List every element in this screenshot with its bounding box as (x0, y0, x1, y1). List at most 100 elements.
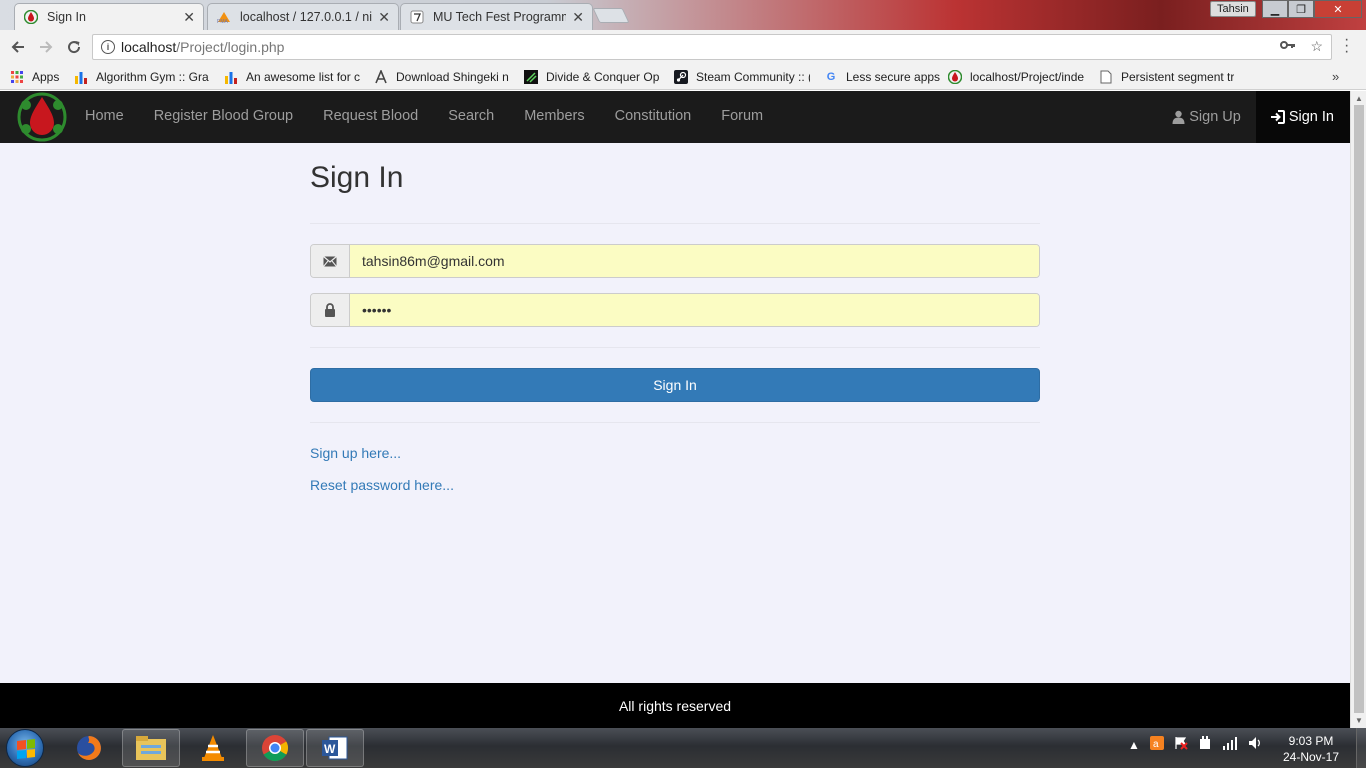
forward-arrow-icon (40, 41, 53, 53)
primary-nav: Home Register Blood Group Request Blood … (70, 91, 778, 143)
page-viewport: Home Register Blood Group Request Blood … (0, 91, 1350, 728)
tray-expand-icon[interactable]: ▲ (1128, 738, 1140, 752)
nav-home[interactable]: Home (70, 91, 139, 143)
nav-request-blood[interactable]: Request Blood (308, 91, 433, 143)
bookmark-download-shingeki[interactable]: Download Shingeki n (374, 68, 510, 86)
nav-sign-in[interactable]: Sign In (1255, 91, 1350, 143)
bookmark-algorithm-gym[interactable]: Algorithm Gym :: Gra (74, 68, 210, 86)
password-input[interactable] (350, 294, 1039, 326)
nav-forum[interactable]: Forum (706, 91, 778, 143)
bookmark-less-secure-apps[interactable]: G Less secure apps (824, 68, 940, 86)
tab-mu-tech-fest[interactable]: MU Tech Fest Programmi ✕ (400, 3, 593, 30)
taskbar-word[interactable]: W (306, 729, 364, 767)
divider (310, 347, 1040, 348)
nav-constitution[interactable]: Constitution (600, 91, 707, 143)
bookmark-label: Divide & Conquer Op (546, 70, 660, 84)
minimize-button[interactable]: ▁ (1262, 0, 1288, 18)
tab-strip: Sign In ✕ PMA localhost / 127.0.0.1 / ni… (0, 0, 1366, 30)
new-tab-button[interactable] (592, 8, 630, 23)
email-field (310, 244, 1040, 278)
nav-members[interactable]: Members (509, 91, 599, 143)
file-explorer-icon (136, 736, 166, 760)
bookmark-label: Algorithm Gym :: Gra (96, 70, 209, 84)
blood-drop-icon (948, 70, 962, 84)
back-arrow-icon (11, 41, 24, 53)
svg-text:PMA: PMA (217, 19, 229, 24)
bookmarks-bar: Apps Algorithm Gym :: Gra An awesome lis… (0, 64, 1366, 90)
account-nav: Sign Up Sign In (1157, 91, 1350, 143)
scroll-down-arrow-icon[interactable]: ▼ (1355, 716, 1363, 725)
scroll-up-arrow-icon[interactable]: ▲ (1355, 94, 1363, 103)
taskbar-vlc[interactable] (184, 729, 242, 767)
nav-register-blood-group[interactable]: Register Blood Group (139, 91, 308, 143)
site-navbar: Home Register Blood Group Request Blood … (0, 91, 1350, 143)
taskbar-clock[interactable]: 9:03 PM 24-Nov-17 (1278, 733, 1344, 765)
avast-icon[interactable]: a (1149, 736, 1164, 753)
nav-sign-up[interactable]: Sign Up (1157, 91, 1256, 143)
bookmark-awesome-list[interactable]: An awesome list for c (224, 68, 360, 86)
power-icon[interactable] (1198, 736, 1212, 753)
volume-icon[interactable] (1248, 736, 1264, 753)
bookmark-label: An awesome list for c (246, 70, 360, 84)
svg-text:a: a (1153, 739, 1159, 750)
envelope-icon (311, 245, 350, 277)
nav-search[interactable]: Search (433, 91, 509, 143)
network-signal-icon[interactable] (1222, 736, 1238, 753)
profile-button[interactable]: Tahsin (1210, 1, 1256, 17)
forward-button[interactable] (36, 37, 56, 57)
star-icon[interactable]: ☆ (1310, 38, 1323, 55)
taskbar-firefox[interactable] (60, 729, 118, 767)
bookmark-label: Steam Community :: ( (696, 70, 810, 84)
taskbar-chrome[interactable] (246, 729, 304, 767)
browser-toolbar: i localhost/Project/login.php ☆ · · · (0, 30, 1366, 64)
vertical-scrollbar[interactable]: ▲ ▼ (1350, 91, 1366, 728)
windows-taskbar: W ▲ a 9:03 PM 24-Nov-17 (0, 728, 1366, 768)
reload-button[interactable] (64, 37, 84, 57)
address-bar[interactable]: i localhost/Project/login.php ☆ (92, 34, 1332, 60)
scroll-thumb[interactable] (1354, 105, 1364, 713)
start-button[interactable] (6, 729, 44, 767)
info-icon[interactable]: i (101, 40, 115, 54)
bookmark-localhost-project[interactable]: localhost/Project/inde (948, 68, 1086, 86)
phpmyadmin-icon: PMA (216, 9, 232, 25)
bookmark-label: Apps (32, 70, 60, 84)
reset-password-link[interactable]: Reset password here... (310, 477, 1040, 493)
email-input[interactable] (350, 245, 1039, 277)
window-close-button[interactable]: ✕ (1314, 0, 1362, 18)
site-logo[interactable] (14, 91, 70, 143)
back-button[interactable] (8, 37, 28, 57)
maximize-button[interactable]: ❐ (1288, 0, 1314, 18)
bookmark-apps[interactable]: Apps (10, 68, 68, 86)
close-icon[interactable]: ✕ (183, 9, 195, 26)
tab-phpmyadmin[interactable]: PMA localhost / 127.0.0.1 / nin ✕ (207, 3, 399, 30)
show-desktop-button[interactable] (1356, 728, 1366, 768)
letter-a-icon (374, 70, 388, 84)
bookmarks-overflow-button[interactable]: » (1332, 69, 1339, 84)
close-icon[interactable]: ✕ (378, 9, 390, 26)
lock-icon (311, 294, 350, 326)
taskbar-file-explorer[interactable] (122, 729, 180, 767)
bookmark-divide-conquer[interactable]: Divide & Conquer Op (524, 68, 660, 86)
bookmark-steam-community[interactable]: Steam Community :: ( (674, 68, 810, 86)
reload-icon (68, 41, 81, 54)
sign-up-link[interactable]: Sign up here... (310, 445, 1040, 461)
sign-in-button[interactable]: Sign In (310, 368, 1040, 402)
tab-sign-in[interactable]: Sign In ✕ (14, 3, 204, 30)
steam-icon (674, 70, 688, 84)
flag-icon[interactable] (1174, 736, 1188, 753)
page-title: Sign In (310, 161, 404, 194)
blood-drop-icon (23, 9, 39, 25)
google-icon: G (826, 71, 836, 83)
menu-icon[interactable]: · · · (1344, 32, 1350, 60)
hackerrank-icon (524, 70, 538, 84)
key-icon[interactable] (1280, 38, 1296, 55)
tab-label: Sign In (47, 10, 86, 24)
clock-date: 24-Nov-17 (1282, 750, 1340, 764)
bookmark-persistent-segment[interactable]: Persistent segment tr (1099, 68, 1235, 86)
divider (310, 223, 1040, 224)
login-icon (1270, 110, 1285, 124)
url-path: /Project/login.php (176, 39, 285, 55)
vlc-icon (202, 735, 224, 761)
close-icon[interactable]: ✕ (572, 9, 584, 26)
divider (310, 422, 1040, 423)
